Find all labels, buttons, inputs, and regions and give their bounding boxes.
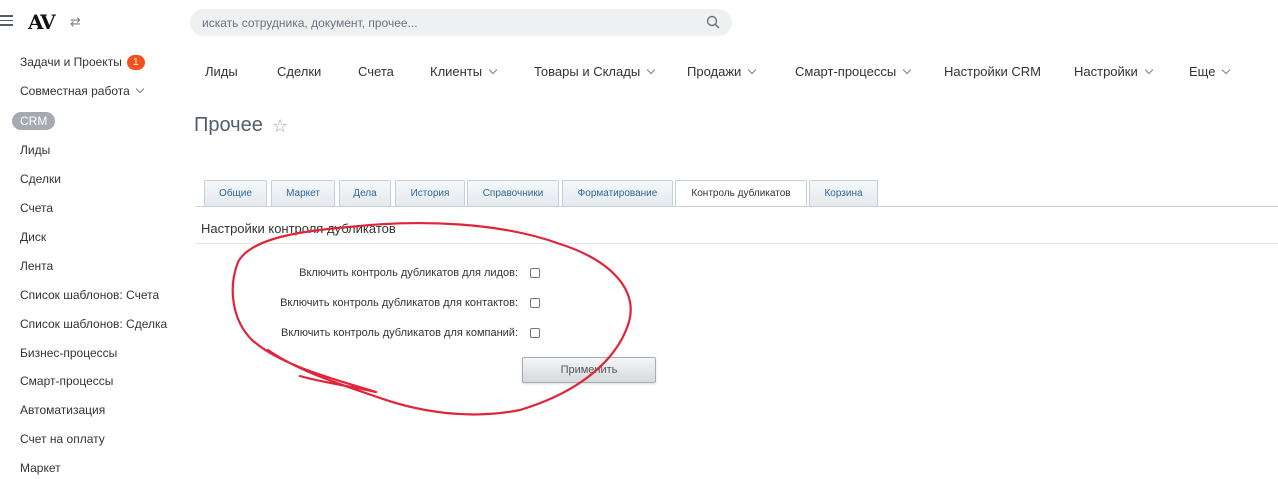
star-icon[interactable]: ☆ [272,116,288,137]
topmenu-item-deals[interactable]: Сделки [277,64,321,79]
sidebar-item-automation[interactable]: Автоматизация [20,403,105,417]
counter-badge: 1 [126,55,145,70]
topmenu-item-label: Лиды [205,64,238,79]
tab-dictionaries[interactable]: Справочники [467,180,559,206]
option-label-contacts: Включить контроль дубликатов для контакт… [280,297,518,309]
section-divider [196,243,1278,244]
topmenu-item-smart-processes[interactable]: Смарт-процессы [795,64,912,79]
checkbox-leads[interactable] [530,268,540,278]
sidebar-item-deals[interactable]: Сделки [20,172,61,186]
topmenu-item-label: Настройки [1074,64,1138,79]
sidebar-item-business-processes[interactable]: Бизнес-процессы [20,346,117,360]
tab-formatting[interactable]: Форматирование [562,180,673,206]
chevron-down-icon [748,65,757,75]
apply-button[interactable]: Применить [522,357,656,383]
tab-duplicate-control[interactable]: Контроль дубликатов [675,180,807,207]
topmenu-item-label: Счета [358,64,394,79]
page-title: Прочее [194,114,263,136]
sidebar-item-invoice-templates[interactable]: Список шаблонов: Счета [20,288,159,302]
tab-history[interactable]: История [395,180,465,206]
topmenu-item-label: Настройки CRM [944,64,1041,79]
menu-icon[interactable] [0,15,13,26]
checkbox-companies[interactable] [530,328,540,338]
topmenu-item-label: Клиенты [430,64,483,79]
topmenu-item-products[interactable]: Товары и Склады [534,64,656,79]
search-bar[interactable] [190,9,732,36]
topmenu-item-more[interactable]: Еще [1189,64,1231,79]
topmenu-item-invoices[interactable]: Счета [358,64,394,79]
chevron-down-icon [488,65,498,75]
option-label-leads: Включить контроль дубликатов для лидов: [299,267,518,279]
chevron-down-icon [1222,65,1231,75]
logo[interactable]: AV [28,10,56,34]
sidebar-item-market[interactable]: Маркет [20,461,61,475]
sidebar-item-payment-invoice[interactable]: Счет на оплату [20,432,105,446]
topmenu-item-sales[interactable]: Продажи [687,64,757,79]
topmenu-item-label: Продажи [687,64,742,79]
sliders-icon[interactable]: ⇄ [70,14,81,30]
topmenu-item-label: Смарт-процессы [795,64,897,79]
chevron-down-icon [1144,65,1153,75]
search-icon[interactable] [706,15,720,29]
option-row-companies: Включить контроль дубликатов для компани… [200,326,518,342]
tab-activities[interactable]: Дела [339,180,391,206]
sidebar-item-feed[interactable]: Лента [20,259,53,273]
sidebar-item-invoices[interactable]: Счета [20,201,53,215]
sidebar-item-collaboration[interactable]: Совместная работа [20,84,145,98]
tabs-divider [196,206,1278,207]
tab-market[interactable]: Маркет [271,180,335,206]
sidebar-item-deal-templates[interactable]: Список шаблонов: Сделка [20,317,167,331]
section-title: Настройки контроля дубликатов [201,221,396,236]
chevron-down-icon [135,84,145,94]
sidebar-item-smart-processes[interactable]: Смарт-процессы [20,374,113,388]
tab-general[interactable]: Общие [204,180,267,206]
topmenu-item-label: Товары и Склады [534,64,641,79]
topmenu-item-clients[interactable]: Клиенты [430,64,498,79]
topmenu-item-label: Сделки [277,64,322,79]
topmenu-item-leads[interactable]: Лиды [205,64,238,79]
topmenu-item-settings[interactable]: Настройки [1074,64,1153,79]
option-row-leads: Включить контроль дубликатов для лидов: [200,266,518,282]
option-row-contacts: Включить контроль дубликатов для контакт… [200,296,518,312]
sidebar-item-leads[interactable]: Лиды [20,143,50,157]
chevron-down-icon [902,65,912,75]
option-label-companies: Включить контроль дубликатов для компани… [281,327,518,339]
sidebar-item-label: Задачи и Проекты [20,55,122,69]
chevron-down-icon [646,65,656,75]
topmenu-item-label: Еще [1189,64,1216,79]
sidebar-item-disk[interactable]: Диск [20,230,46,244]
topmenu-item-crm-settings[interactable]: Настройки CRM [944,64,1041,79]
sidebar-item-label: Совместная работа [20,84,130,98]
sidebar-item-tasks[interactable]: Задачи и Проекты 1 [20,55,145,70]
sidebar-item-crm[interactable]: CRM [12,112,56,130]
checkbox-contacts[interactable] [530,298,540,308]
tab-trash[interactable]: Корзина [809,180,878,206]
search-input[interactable] [202,9,692,36]
